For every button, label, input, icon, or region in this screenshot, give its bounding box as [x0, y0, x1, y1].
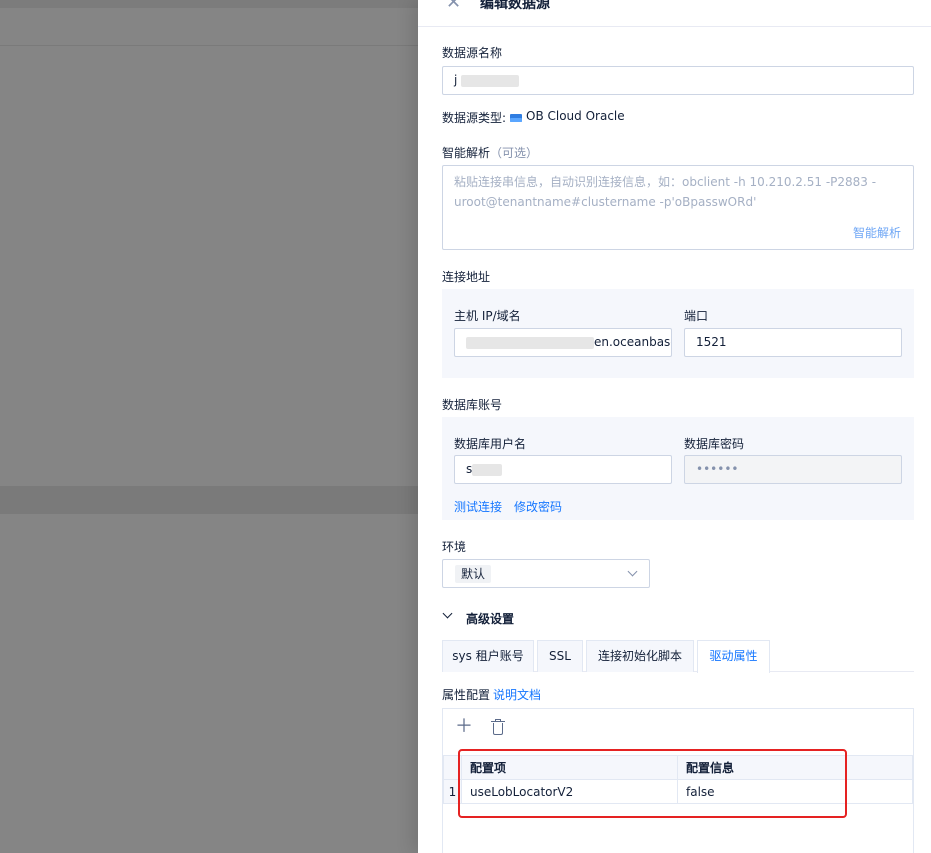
tab-driver-properties[interactable]: 驱动属性 — [697, 640, 770, 673]
env-label: 环境 — [442, 540, 467, 554]
close-icon[interactable]: ✕ — [446, 0, 461, 13]
properties-table: 配置项 配置信息 1 useLobLocatorV2 false — [443, 755, 913, 804]
change-password-link[interactable]: 修改密码 — [514, 498, 562, 515]
host-input-value: en.oceanbase.a — [594, 335, 671, 349]
page-mask — [0, 0, 418, 853]
table-row[interactable]: 1 useLobLocatorV2 false — [443, 779, 913, 804]
type-label: 数据源类型: — [442, 111, 507, 125]
host-input[interactable]: en.oceanbase.a — [454, 328, 672, 357]
chevron-down-icon — [627, 566, 638, 577]
smart-parse-textarea[interactable]: 粘贴连接串信息，自动识别连接信息，如：obclient -h 10.210.2.… — [442, 165, 914, 250]
doc-link[interactable]: 说明文档 — [493, 686, 541, 703]
table-header-row: 配置项 配置信息 — [443, 755, 913, 780]
advanced-tabs: sys 租户账号 SSL 连接初始化脚本 驱动属性 — [442, 640, 914, 673]
tab-sys-tenant-account[interactable]: sys 租户账号 — [442, 640, 534, 672]
drawer-title: 编辑数据源 — [480, 0, 550, 12]
redacted-mask — [472, 463, 503, 476]
smart-parse-button[interactable]: 智能解析 — [853, 223, 901, 243]
name-input[interactable]: j — [442, 66, 914, 95]
smart-parse-placeholder: 粘贴连接串信息，自动识别连接信息，如：obclient -h 10.210.2.… — [454, 175, 877, 209]
collapse-chevron-icon[interactable] — [442, 608, 453, 619]
username-input[interactable]: s — [454, 455, 672, 484]
optional-hint: （可选） — [490, 146, 539, 160]
test-connection-link[interactable]: 测试连接 — [454, 498, 502, 515]
username-label: 数据库用户名 — [454, 437, 527, 451]
connection-group: 主机 IP/域名 en.oceanbase.a 端口 1521 — [442, 289, 914, 378]
account-label: 数据库账号 — [442, 398, 503, 412]
env-select[interactable]: 默认 — [442, 559, 650, 588]
add-icon[interactable]: ＋ — [455, 717, 473, 737]
advanced-settings-label[interactable]: 高级设置 — [466, 610, 514, 627]
host-label: 主机 IP/域名 — [454, 309, 521, 323]
background-header-band — [0, 0, 418, 8]
drawer-header: ✕ 编辑数据源 — [418, 0, 931, 27]
env-select-value: 默认 — [455, 565, 492, 583]
column-header-key: 配置项 — [461, 755, 678, 780]
delete-icon[interactable] — [491, 719, 505, 735]
name-input-value: j — [454, 73, 458, 87]
password-label: 数据库密码 — [684, 437, 745, 451]
type-value: OB Cloud Oracle — [526, 109, 625, 123]
password-input[interactable]: •••••• — [684, 455, 902, 484]
tab-init-script[interactable]: 连接初始化脚本 — [586, 640, 694, 672]
redacted-mask — [461, 74, 520, 87]
connection-label: 连接地址 — [442, 270, 491, 284]
row-number: 1 — [443, 779, 462, 804]
row-number-header — [443, 755, 462, 780]
edit-datasource-drawer: ✕ 编辑数据源 数据源名称 j 数据源类型: OB Cloud Oracle 智… — [418, 0, 931, 853]
smart-parse-label: 智能解析（可选） — [442, 146, 539, 160]
cell-value[interactable]: false — [677, 779, 913, 804]
cell-key[interactable]: useLobLocatorV2 — [461, 779, 678, 804]
port-input[interactable]: 1521 — [684, 328, 902, 357]
background-divider — [0, 45, 418, 46]
tab-ssl[interactable]: SSL — [537, 640, 583, 672]
properties-label: 属性配置 — [442, 688, 491, 702]
ob-cloud-icon — [510, 111, 522, 122]
port-input-value: 1521 — [696, 335, 727, 349]
properties-grid: ＋ 配置项 配置信息 1 useLobLocatorV2 false — [442, 708, 914, 853]
redacted-mask — [466, 336, 594, 349]
password-input-value: •••••• — [696, 462, 739, 476]
background-row-band — [0, 486, 418, 514]
account-group: 数据库用户名 s 数据库密码 •••••• 测试连接 修改密码 — [442, 417, 914, 520]
column-header-value: 配置信息 — [677, 755, 913, 780]
name-label: 数据源名称 — [442, 46, 503, 60]
port-label: 端口 — [684, 309, 709, 323]
